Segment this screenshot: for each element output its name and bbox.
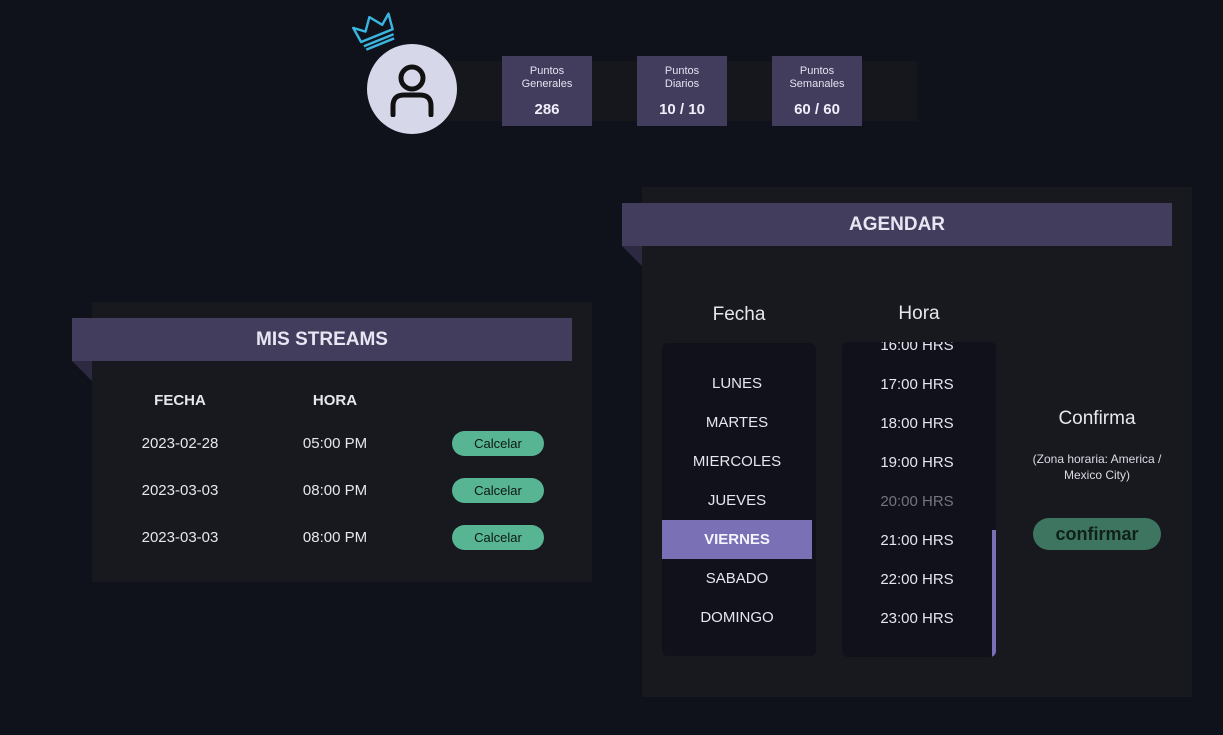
stat-puntos-diarios: Puntos Diarios 10 / 10 xyxy=(637,56,727,126)
hour-item[interactable]: 17:00 HRS xyxy=(842,365,992,404)
cancel-button[interactable]: Calcelar xyxy=(452,431,544,456)
day-item-viernes[interactable]: VIERNES xyxy=(662,520,812,559)
stat-label: Puntos Semanales xyxy=(789,65,845,90)
column-header-hora: HORA xyxy=(312,392,358,409)
day-item-miercoles[interactable]: MIERCOLES xyxy=(662,442,812,481)
row-fecha: 2023-03-03 xyxy=(141,482,219,499)
cancel-button[interactable]: Calcelar xyxy=(452,478,544,503)
day-item-domingo[interactable]: DOMINGO xyxy=(662,598,812,637)
cancel-button[interactable]: Calcelar xyxy=(452,525,544,550)
row-hora: 08:00 PM xyxy=(302,529,368,546)
hour-item[interactable]: 21:00 HRS xyxy=(842,521,992,560)
column-header-fecha: FECHA xyxy=(154,392,206,409)
ribbon-fold xyxy=(622,246,642,266)
confirm-button[interactable]: confirmar xyxy=(1033,518,1161,550)
row-fecha: 2023-02-28 xyxy=(141,435,219,452)
day-item-sabado[interactable]: SABADO xyxy=(662,559,812,598)
fecha-label: Fecha xyxy=(712,304,766,325)
hour-item-disabled: 20:00 HRS xyxy=(880,493,954,510)
stat-label: Puntos Generales xyxy=(521,65,573,90)
row-hora: 05:00 PM xyxy=(302,435,368,452)
day-item-martes[interactable]: MARTES xyxy=(662,403,812,442)
hour-list-scrollbar[interactable] xyxy=(992,530,996,657)
day-list[interactable]: LUNES MARTES MIERCOLES JUEVES VIERNES SA… xyxy=(662,343,816,656)
timezone-note: (Zona horaria: America / Mexico City) xyxy=(1032,452,1162,482)
hour-item[interactable]: 19:00 HRS xyxy=(842,443,992,482)
day-item-lunes[interactable]: LUNES xyxy=(662,364,812,403)
stat-value: 286 xyxy=(534,101,560,118)
stat-label: Puntos Diarios xyxy=(664,65,700,90)
hora-label: Hora xyxy=(898,303,940,324)
stat-value: 60 / 60 xyxy=(794,101,840,118)
confirm-title: Confirma xyxy=(1058,408,1136,429)
page: Puntos Generales 286 Puntos Diarios 10 /… xyxy=(0,0,1223,735)
row-fecha: 2023-03-03 xyxy=(141,529,219,546)
ribbon-fold xyxy=(72,361,92,381)
mis-streams-title: MIS STREAMS xyxy=(72,318,572,361)
hour-item[interactable]: 16:00 HRS xyxy=(842,342,992,365)
stat-puntos-generales: Puntos Generales 286 xyxy=(502,56,592,126)
hour-item[interactable]: 18:00 HRS xyxy=(842,404,992,443)
hour-item[interactable]: 23:00 HRS xyxy=(842,599,992,638)
agendar-title: AGENDAR xyxy=(622,203,1172,246)
crown-icon xyxy=(352,12,395,51)
user-icon xyxy=(390,64,434,117)
hour-list[interactable]: 16:00 HRS 17:00 HRS 18:00 HRS 19:00 HRS … xyxy=(842,342,996,657)
avatar[interactable] xyxy=(367,44,457,134)
hour-item[interactable]: 22:00 HRS xyxy=(842,560,992,599)
row-hora: 08:00 PM xyxy=(302,482,368,499)
stat-puntos-semanales: Puntos Semanales 60 / 60 xyxy=(772,56,862,126)
day-item-jueves[interactable]: JUEVES xyxy=(662,481,812,520)
stat-value: 10 / 10 xyxy=(659,101,705,118)
